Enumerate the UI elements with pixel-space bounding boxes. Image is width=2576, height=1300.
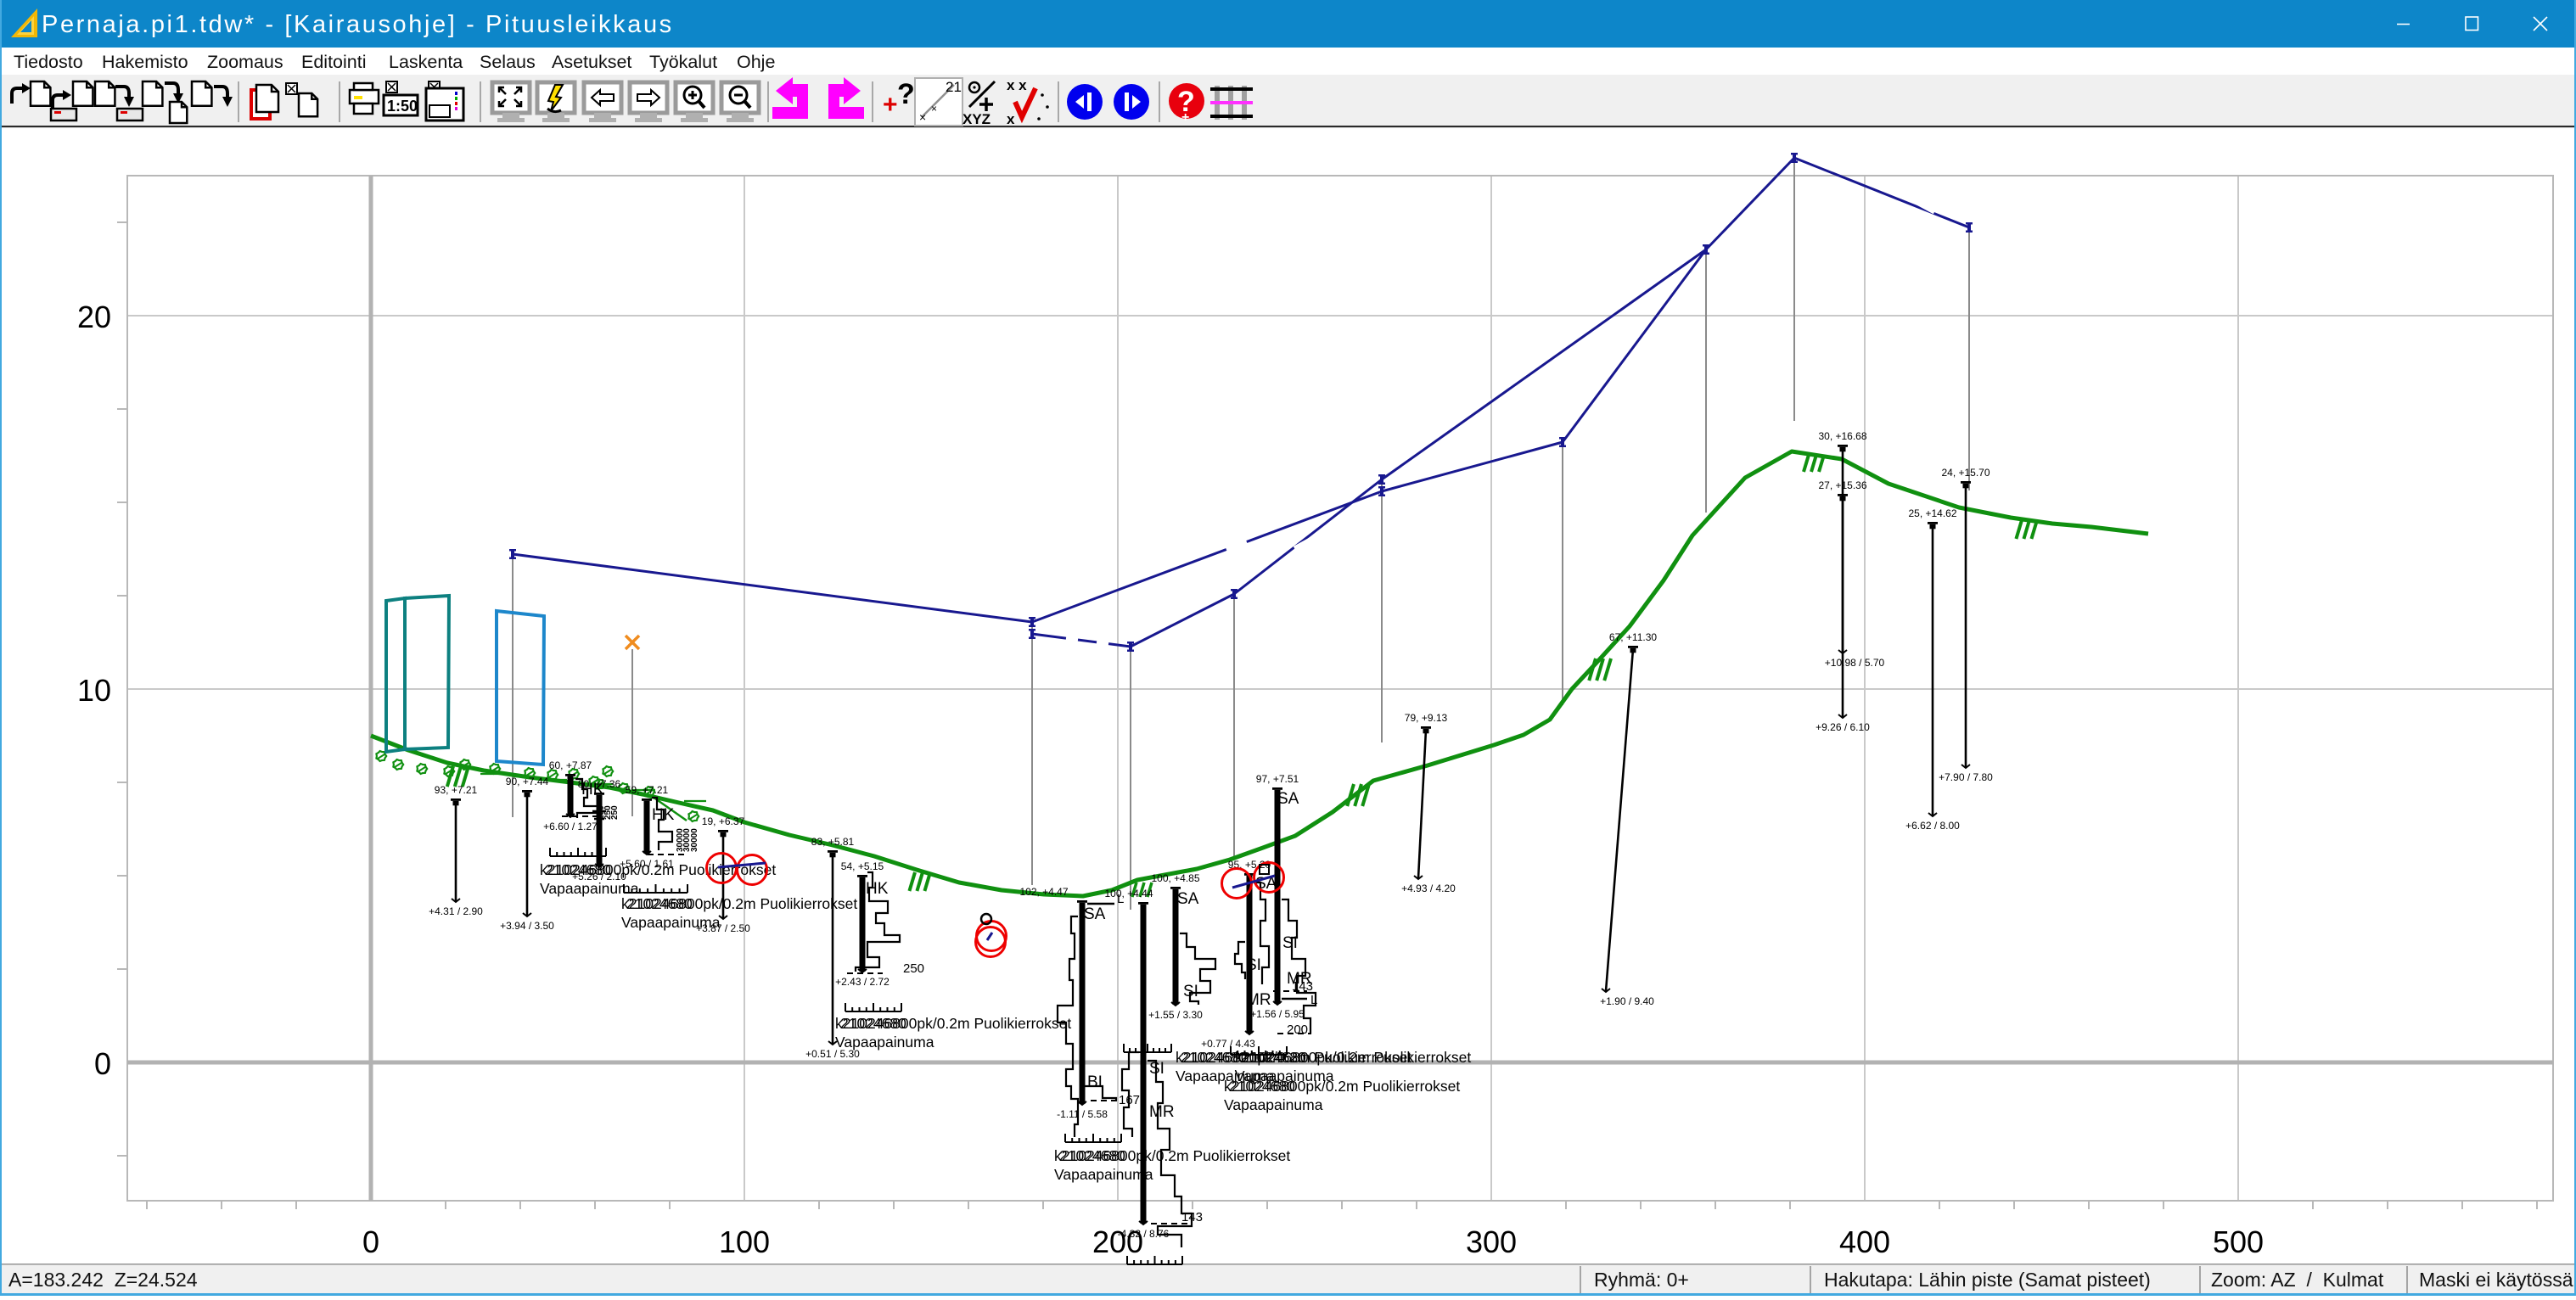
svg-text:SA: SA <box>1177 890 1199 908</box>
svg-text:Ryhmä: 0+: Ryhmä: 0+ <box>1594 1269 1689 1291</box>
svg-text:0: 0 <box>362 1224 379 1259</box>
svg-text:SI: SI <box>1246 956 1261 974</box>
svg-text:400: 400 <box>1839 1224 1890 1259</box>
svg-text:102, +4.47: 102, +4.47 <box>1019 886 1068 898</box>
svg-text:300: 300 <box>1466 1224 1517 1259</box>
svg-text:Zoomaus: Zoomaus <box>207 52 283 72</box>
svg-text:?: ? <box>897 78 915 110</box>
svg-text:21024680: 21024680 <box>840 1015 906 1032</box>
svg-text:+0.77 / 4.43: +0.77 / 4.43 <box>1201 1038 1255 1050</box>
svg-text:+3.94 / 3.50: +3.94 / 3.50 <box>500 920 554 932</box>
svg-text:83, +5.81: 83, +5.81 <box>811 836 855 848</box>
svg-text:+1.55 / 3.30: +1.55 / 3.30 <box>1148 1009 1203 1021</box>
svg-text:30000: 30000 <box>690 828 699 852</box>
svg-text:0: 0 <box>94 1046 111 1081</box>
svg-text:x: x <box>1007 111 1015 127</box>
svg-text:100, +4.44: 100, +4.44 <box>1104 888 1153 899</box>
svg-text:19, +6.37: 19, +6.37 <box>702 815 745 827</box>
svg-text:1:50: 1:50 <box>387 98 418 115</box>
svg-text:21024680: 21024680 <box>1229 1078 1295 1095</box>
svg-text:Vapaapainuma: Vapaapainuma <box>1054 1166 1153 1183</box>
svg-text:SA: SA <box>1084 905 1106 923</box>
svg-text:25, +14.62: 25, +14.62 <box>1908 507 1956 519</box>
svg-text:MR: MR <box>1149 1103 1175 1121</box>
svg-text:Vapaapainuma: Vapaapainuma <box>1224 1096 1323 1113</box>
svg-text:x x: x x <box>1007 77 1027 93</box>
svg-text:100, +4.85: 100, +4.85 <box>1151 872 1199 884</box>
svg-text:97, +7.51: 97, +7.51 <box>1256 773 1299 785</box>
svg-text:21024680: 21024680 <box>1059 1147 1125 1164</box>
svg-text:Laskenta: Laskenta <box>389 52 463 72</box>
svg-text:Hakemisto: Hakemisto <box>102 52 188 72</box>
svg-text:500: 500 <box>2213 1224 2264 1259</box>
svg-text:Maski ei käytössä: Maski ei käytössä <box>2419 1269 2573 1291</box>
svg-text:+9.26 / 6.10: +9.26 / 6.10 <box>1816 721 1870 733</box>
svg-text:+1.56 / 5.95: +1.56 / 5.95 <box>1250 1008 1305 1020</box>
svg-text:Pernaja.pi1.tdw* - [Kairausohj: Pernaja.pi1.tdw* - [Kairausohje] - Pituu… <box>42 11 674 38</box>
svg-text:Vapaapainuma: Vapaapainuma <box>540 880 639 897</box>
svg-text:59, +7.21: 59, +7.21 <box>626 784 669 796</box>
svg-text:+: + <box>883 91 898 119</box>
svg-text:60, +7.87: 60, +7.87 <box>549 759 592 771</box>
svg-text:90, +7.44: 90, +7.44 <box>506 776 549 787</box>
svg-text:BI: BI <box>1087 1073 1103 1091</box>
svg-text:×: × <box>919 110 926 124</box>
svg-text:200: 200 <box>1287 1023 1308 1037</box>
svg-text:100: 100 <box>719 1224 770 1259</box>
svg-text:Työkalut: Työkalut <box>649 52 717 72</box>
svg-text:Hakutapa: Lähin piste (Samat p: Hakutapa: Lähin piste (Samat pisteet) <box>1824 1269 2151 1291</box>
svg-text:Asetukset: Asetukset <box>552 52 631 72</box>
svg-text:24, +15.70: 24, +15.70 <box>1941 467 1990 479</box>
svg-text:21024680: 21024680 <box>626 895 693 912</box>
svg-text:250: 250 <box>903 961 924 976</box>
svg-text:Selaus: Selaus <box>480 52 536 72</box>
svg-text:+4.31 / 2.90: +4.31 / 2.90 <box>429 905 483 917</box>
svg-text:L: L <box>1117 892 1124 906</box>
svg-text:+: + <box>1181 110 1189 125</box>
svg-text:SA: SA <box>1277 790 1299 808</box>
svg-text:×: × <box>931 103 937 115</box>
svg-text:Zoom: AZ / Kulmat: Zoom: AZ / Kulmat <box>2211 1269 2384 1291</box>
svg-text:+4.93 / 4.20: +4.93 / 4.20 <box>1401 883 1456 894</box>
svg-text:Tiedosto: Tiedosto <box>14 52 83 72</box>
svg-text:30000: 30000 <box>676 828 685 852</box>
svg-text:54, +5.15: 54, +5.15 <box>841 860 884 872</box>
svg-text:27, +15.36: 27, +15.36 <box>1818 479 1866 491</box>
svg-text:67, +11.30: 67, +11.30 <box>1609 631 1657 643</box>
svg-text:250: 250 <box>597 805 606 820</box>
svg-text:Editointi: Editointi <box>301 52 367 72</box>
svg-text:MR: MR <box>1246 991 1271 1009</box>
svg-text:+2.43 / 2.72: +2.43 / 2.72 <box>835 976 890 988</box>
svg-text:21024680: 21024680 <box>1240 1049 1306 1066</box>
svg-text:+1.90 / 9.40: +1.90 / 9.40 <box>1600 995 1654 1007</box>
svg-text:+6.60 / 1.27: +6.60 / 1.27 <box>543 821 598 832</box>
svg-text:-1.11 / 5.58: -1.11 / 5.58 <box>1057 1108 1108 1120</box>
svg-text:21: 21 <box>946 79 962 95</box>
svg-text:XYZ: XYZ <box>962 111 991 127</box>
svg-text:+6.62 / 8.00: +6.62 / 8.00 <box>1905 820 1960 832</box>
svg-text:79, +9.13: 79, +9.13 <box>1405 712 1448 724</box>
svg-text:+7.90 / 7.80: +7.90 / 7.80 <box>1939 771 1993 783</box>
svg-text:+10.98 / 5.70: +10.98 / 5.70 <box>1825 657 1885 669</box>
svg-text:Ohje: Ohje <box>737 52 775 72</box>
svg-text:21024680: 21024680 <box>545 861 611 878</box>
svg-text:A=183.242 Z=24.524: A=183.242 Z=24.524 <box>8 1269 198 1291</box>
svg-text:10: 10 <box>77 673 111 708</box>
svg-text:250: 250 <box>610 805 620 820</box>
svg-text:Vapaapainuma: Vapaapainuma <box>835 1034 934 1051</box>
svg-text:93, +7.21: 93, +7.21 <box>435 784 478 796</box>
svg-text:20: 20 <box>77 300 111 334</box>
svg-text:Vapaapainuma: Vapaapainuma <box>621 914 721 931</box>
svg-text:30, +16.68: 30, +16.68 <box>1818 430 1866 442</box>
